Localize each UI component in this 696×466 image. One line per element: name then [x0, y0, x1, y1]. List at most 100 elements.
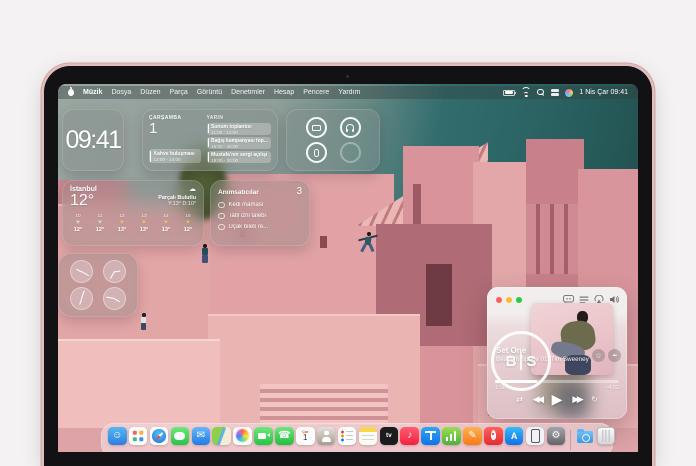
- wallpaper-person: [142, 313, 146, 317]
- menu-bar-clock[interactable]: 1 Nis Çar 09:41: [579, 89, 628, 96]
- laptop-icon: [312, 125, 321, 131]
- dock-icon-iphone-mirroring[interactable]: [526, 427, 545, 446]
- menu-hesap[interactable]: Hesap: [274, 89, 294, 96]
- world-clock-widget[interactable]: [58, 253, 138, 317]
- reminder-item[interactable]: Uçak bileti re...: [218, 224, 302, 231]
- calendar-event[interactable]: Mustafa'nın sergi açılışı 19:00 - 20:00: [207, 151, 271, 163]
- dock-icon-messages[interactable]: [171, 427, 190, 446]
- dock-icon-notes[interactable]: [359, 427, 378, 446]
- multicolor-status-icon[interactable]: [565, 89, 573, 97]
- dock-icon-keynote[interactable]: [421, 427, 440, 446]
- dock-icon-calendar[interactable]: Çar1: [296, 427, 315, 446]
- battery-icon[interactable]: [503, 90, 515, 96]
- reminder-checkbox[interactable]: [218, 224, 225, 231]
- reminders-widget[interactable]: Anımsatıcılar 3 Kedi maması Tatil izni t…: [210, 180, 310, 246]
- elapsed-time: 1:08: [495, 385, 506, 391]
- wifi-icon[interactable]: [521, 89, 531, 97]
- calendar-tomorrow-label: YARIN: [207, 115, 271, 121]
- dock-icon-maps[interactable]: [212, 427, 231, 446]
- battery-ring-laptop: [306, 117, 327, 138]
- shuffle-button[interactable]: ⇄: [516, 396, 523, 404]
- search-icon[interactable]: [537, 89, 545, 97]
- mouse-icon: [314, 149, 319, 157]
- sun-icon: ☀: [163, 220, 168, 226]
- menu-yardim[interactable]: Yardım: [338, 89, 360, 96]
- menu-pencere[interactable]: Pencere: [303, 89, 329, 96]
- dock-icon-photos[interactable]: [233, 427, 252, 446]
- front-camera: [346, 75, 349, 78]
- dock-icon-finder[interactable]: ☺: [108, 427, 127, 446]
- menu-goruntu[interactable]: Görüntü: [197, 89, 222, 96]
- analog-clock: [70, 287, 93, 310]
- batteries-widget[interactable]: [286, 109, 380, 171]
- menu-dosya[interactable]: Dosya: [111, 89, 131, 96]
- dock-icon-mail[interactable]: ✉: [192, 427, 211, 446]
- calendar-event[interactable]: Sunum toplantısı 11:00 - 12:00: [207, 123, 271, 135]
- dock-icon-trash[interactable]: [597, 427, 616, 446]
- weather-high-low: Y:13° D:10°: [168, 201, 196, 207]
- ipad-device: Müzik Dosya Düzen Parça Görüntü Denetiml…: [44, 66, 652, 466]
- calendar-day-number: 1: [149, 121, 201, 138]
- calendar-event[interactable]: Bağış kampanyası top... 15:00 - 16:00: [207, 137, 271, 149]
- dock-icon-settings[interactable]: ⚙: [547, 427, 566, 446]
- reminder-item[interactable]: Kedi maması: [218, 202, 302, 209]
- menu-duzen[interactable]: Düzen: [140, 89, 160, 96]
- calendar-widget[interactable]: ÇARŞAMBA 1 Kahve buluşması 13:00 - 14:00…: [142, 109, 278, 171]
- dock-icon-pages[interactable]: ✎: [463, 427, 482, 446]
- dock-icon-rocket[interactable]: [484, 427, 503, 446]
- menu-parca[interactable]: Parça: [170, 89, 188, 96]
- volume-icon[interactable]: [609, 295, 620, 304]
- play-button[interactable]: ▶: [552, 392, 563, 406]
- dock-icon-facetime[interactable]: [254, 427, 273, 446]
- dock-icon-appletv[interactable]: tv: [380, 427, 399, 446]
- control-center-icon[interactable]: [551, 89, 559, 95]
- dock-icon-downloads-folder[interactable]: [576, 427, 595, 446]
- apple-menu-icon[interactable]: [68, 89, 74, 96]
- dock-icon-contacts[interactable]: [317, 427, 336, 446]
- zoom-button[interactable]: [516, 297, 522, 303]
- clock-widget[interactable]: 09:41: [62, 109, 124, 171]
- analog-clock: [70, 260, 93, 283]
- battery-ring-headphones: [340, 117, 361, 138]
- track-title: Set One: [496, 346, 526, 355]
- dock-separator: [570, 430, 571, 450]
- headphones-icon: [346, 124, 354, 131]
- close-button[interactable]: [496, 297, 502, 303]
- menu-muzik[interactable]: Müzik: [83, 89, 102, 96]
- reminder-checkbox[interactable]: [218, 202, 225, 209]
- partly-sunny-icon: ☀: [97, 220, 102, 226]
- next-button[interactable]: ▶▶: [572, 395, 581, 404]
- calendar-day-name: ÇARŞAMBA: [149, 115, 201, 121]
- progress-fill: [495, 380, 537, 383]
- menu-denetimler[interactable]: Denetimler: [231, 89, 265, 96]
- partly-cloudy-icon: ☁: [189, 186, 196, 193]
- dock-icon-numbers[interactable]: [442, 427, 461, 446]
- music-mini-player-window: B S Set One Beats In Space 01: Tim Sween…: [487, 287, 627, 419]
- weather-widget[interactable]: İstanbul 12° ☁ Parçalı Bulutlu Y:13° D:1…: [62, 180, 204, 246]
- dock-icon-phone[interactable]: ☎: [275, 427, 294, 446]
- reminder-item[interactable]: Tatil izni talebi: [218, 213, 302, 220]
- minimize-button[interactable]: [506, 297, 512, 303]
- sun-icon: ☀: [185, 220, 190, 226]
- weather-temperature: 12°: [70, 193, 97, 210]
- dock-icon-reminders[interactable]: [338, 427, 357, 446]
- sun-icon: ☀: [119, 220, 124, 226]
- favorite-star-button[interactable]: ☆: [592, 349, 605, 362]
- reminders-title: Anımsatıcılar: [218, 189, 259, 196]
- repeat-button[interactable]: ↻: [591, 396, 598, 404]
- dock-icon-music[interactable]: ♪: [400, 427, 419, 446]
- battery-ring-empty: [340, 142, 361, 163]
- menu-bar: Müzik Dosya Düzen Parça Görüntü Denetiml…: [58, 86, 638, 99]
- dock-icon-safari[interactable]: [150, 427, 169, 446]
- clock-widget-time: 09:41: [65, 126, 120, 155]
- analog-clock: [103, 260, 126, 283]
- dock-icon-appstore[interactable]: A: [505, 427, 524, 446]
- calendar-event[interactable]: Kahve buluşması 13:00 - 14:00: [149, 149, 201, 163]
- more-options-button[interactable]: •••: [608, 349, 621, 362]
- remaining-time: -4:02: [606, 385, 619, 391]
- dock-icon-apps[interactable]: [129, 427, 148, 446]
- previous-button[interactable]: ◀◀: [533, 395, 542, 404]
- wallpaper-doorway: [426, 264, 452, 326]
- reminder-checkbox[interactable]: [218, 213, 225, 220]
- progress-bar[interactable]: [495, 380, 619, 383]
